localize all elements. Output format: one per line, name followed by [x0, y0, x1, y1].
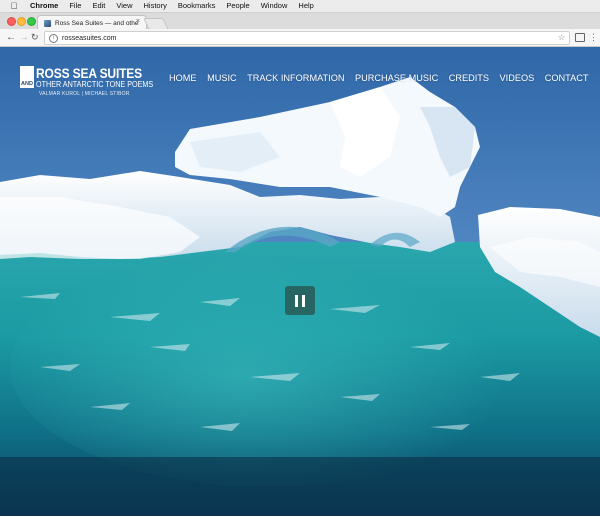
menu-view[interactable]: View: [116, 0, 132, 12]
nav-contact[interactable]: CONTACT: [545, 72, 589, 84]
nav-track-information[interactable]: TRACK INFORMATION: [247, 72, 344, 84]
menu-chrome[interactable]: Chrome: [30, 0, 58, 12]
apple-icon[interactable]: : [10, 1, 18, 11]
hero-video: [0, 47, 600, 516]
browser-toolbar: ← → ↻ i rosseasuites.com ☆ ⋮: [0, 29, 600, 47]
logo-and: AND: [20, 80, 34, 88]
back-arrow-icon[interactable]: ←: [6, 31, 16, 44]
browser-tab[interactable]: Ross Sea Suites — and other A ×: [37, 15, 147, 30]
chrome-menu-icon[interactable]: ⋮: [589, 31, 598, 43]
tab-strip: Ross Sea Suites — and other A ×: [0, 13, 600, 30]
site-info-icon[interactable]: i: [49, 33, 58, 43]
nav-purchase-music[interactable]: PURCHASE MUSIC: [355, 72, 438, 84]
forward-arrow-icon[interactable]: →: [19, 31, 29, 44]
menu-file[interactable]: File: [69, 0, 81, 12]
logo-title: ROSS SEA SUITES: [36, 65, 143, 81]
minimize-window-button[interactable]: [17, 17, 26, 26]
pause-icon: [295, 294, 298, 307]
zoom-window-button[interactable]: [27, 17, 36, 26]
bookmark-star-icon[interactable]: ☆: [558, 32, 565, 44]
nav-videos[interactable]: VIDEOS: [500, 72, 535, 84]
menu-window[interactable]: Window: [261, 0, 288, 12]
main-nav: HOME MUSIC TRACK INFORMATION PURCHASE MU…: [169, 72, 599, 84]
nav-music[interactable]: MUSIC: [207, 72, 237, 84]
iceberg-scene: [0, 47, 600, 516]
pause-button[interactable]: [285, 286, 315, 315]
tab-title: Ross Sea Suites — and other A: [55, 19, 139, 27]
nav-home[interactable]: HOME: [169, 72, 197, 84]
menu-edit[interactable]: Edit: [92, 0, 105, 12]
cast-icon[interactable]: [575, 33, 585, 42]
site-logo[interactable]: AND ROSS SEA SUITES OTHER ANTARCTIC TONE…: [20, 65, 153, 100]
macos-menubar:  Chrome File Edit View History Bookmark…: [0, 0, 600, 13]
reload-icon[interactable]: ↻: [31, 31, 39, 44]
favicon-icon: [44, 19, 51, 27]
logo-subtitle: OTHER ANTARCTIC TONE POEMS: [36, 80, 154, 89]
logo-credits: VALMAR KUROL | MICHAEL STIBOR: [39, 91, 130, 97]
address-bar[interactable]: i rosseasuites.com ☆: [44, 31, 570, 45]
menu-people[interactable]: People: [226, 0, 249, 12]
address-url: rosseasuites.com: [62, 34, 117, 42]
menu-history[interactable]: History: [144, 0, 167, 12]
menu-bookmarks[interactable]: Bookmarks: [178, 0, 216, 12]
menu-help[interactable]: Help: [298, 0, 313, 12]
nav-credits[interactable]: CREDITS: [449, 72, 489, 84]
tab-close-icon[interactable]: ×: [136, 18, 140, 25]
close-window-button[interactable]: [7, 17, 16, 26]
